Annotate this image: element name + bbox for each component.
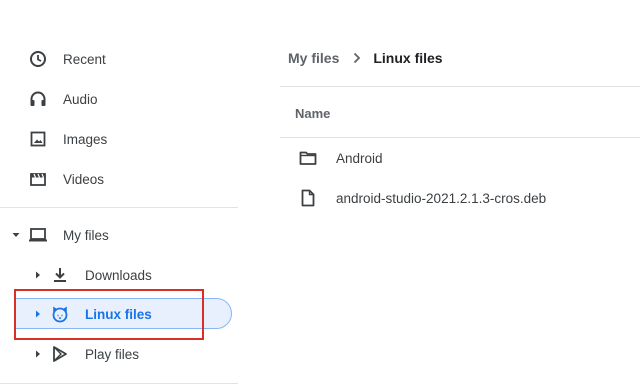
breadcrumb: My files Linux files [288, 46, 443, 70]
list-item[interactable]: Android [280, 143, 640, 173]
divider [280, 137, 640, 138]
file-icon [298, 188, 318, 208]
file-name: android-studio-2021.2.1.3-cros.deb [336, 190, 547, 206]
sidebar-item-images[interactable]: Images [0, 124, 238, 154]
sidebar-item-recent[interactable]: Recent [0, 44, 238, 74]
sidebar-item-label: Downloads [85, 267, 152, 283]
sidebar-item-label: Recent [63, 51, 106, 67]
folder-icon [298, 148, 318, 168]
image-icon [28, 129, 48, 149]
list-item[interactable]: android-studio-2021.2.1.3-cros.deb [280, 183, 640, 213]
chevron-down-icon[interactable] [11, 230, 21, 240]
sidebar-divider [0, 383, 238, 384]
divider [280, 86, 640, 87]
sidebar-item-downloads[interactable]: Downloads [0, 260, 238, 290]
download-icon [50, 265, 70, 285]
chevron-right-icon[interactable] [33, 270, 43, 280]
column-header-name[interactable]: Name [295, 106, 330, 121]
video-icon [28, 169, 48, 189]
sidebar-item-label: Videos [63, 171, 105, 187]
breadcrumb-parent[interactable]: My files [288, 50, 339, 66]
sidebar-item-label: Audio [63, 91, 98, 107]
sidebar: Recent Audio Images Videos My files Down… [0, 0, 240, 388]
headphones-icon [28, 89, 48, 109]
clock-icon [28, 49, 48, 69]
sidebar-item-label: My files [63, 227, 109, 243]
sidebar-item-audio[interactable]: Audio [0, 84, 238, 114]
file-list-pane: My files Linux files Name Android androi… [280, 0, 640, 388]
sidebar-divider [0, 207, 238, 208]
breadcrumb-current: Linux files [373, 50, 443, 66]
sidebar-item-videos[interactable]: Videos [0, 164, 238, 194]
sidebar-item-label: Images [63, 131, 108, 147]
chevron-right-icon[interactable] [33, 349, 43, 359]
chevron-right-icon [353, 52, 361, 64]
sidebar-item-my-files[interactable]: My files [0, 220, 238, 250]
red-highlight-box [14, 289, 204, 340]
play-store-icon [50, 344, 70, 364]
file-name: Android [336, 150, 383, 166]
sidebar-item-play-files[interactable]: Play files [0, 339, 238, 369]
laptop-icon [28, 225, 48, 245]
sidebar-item-label: Play files [85, 346, 140, 362]
